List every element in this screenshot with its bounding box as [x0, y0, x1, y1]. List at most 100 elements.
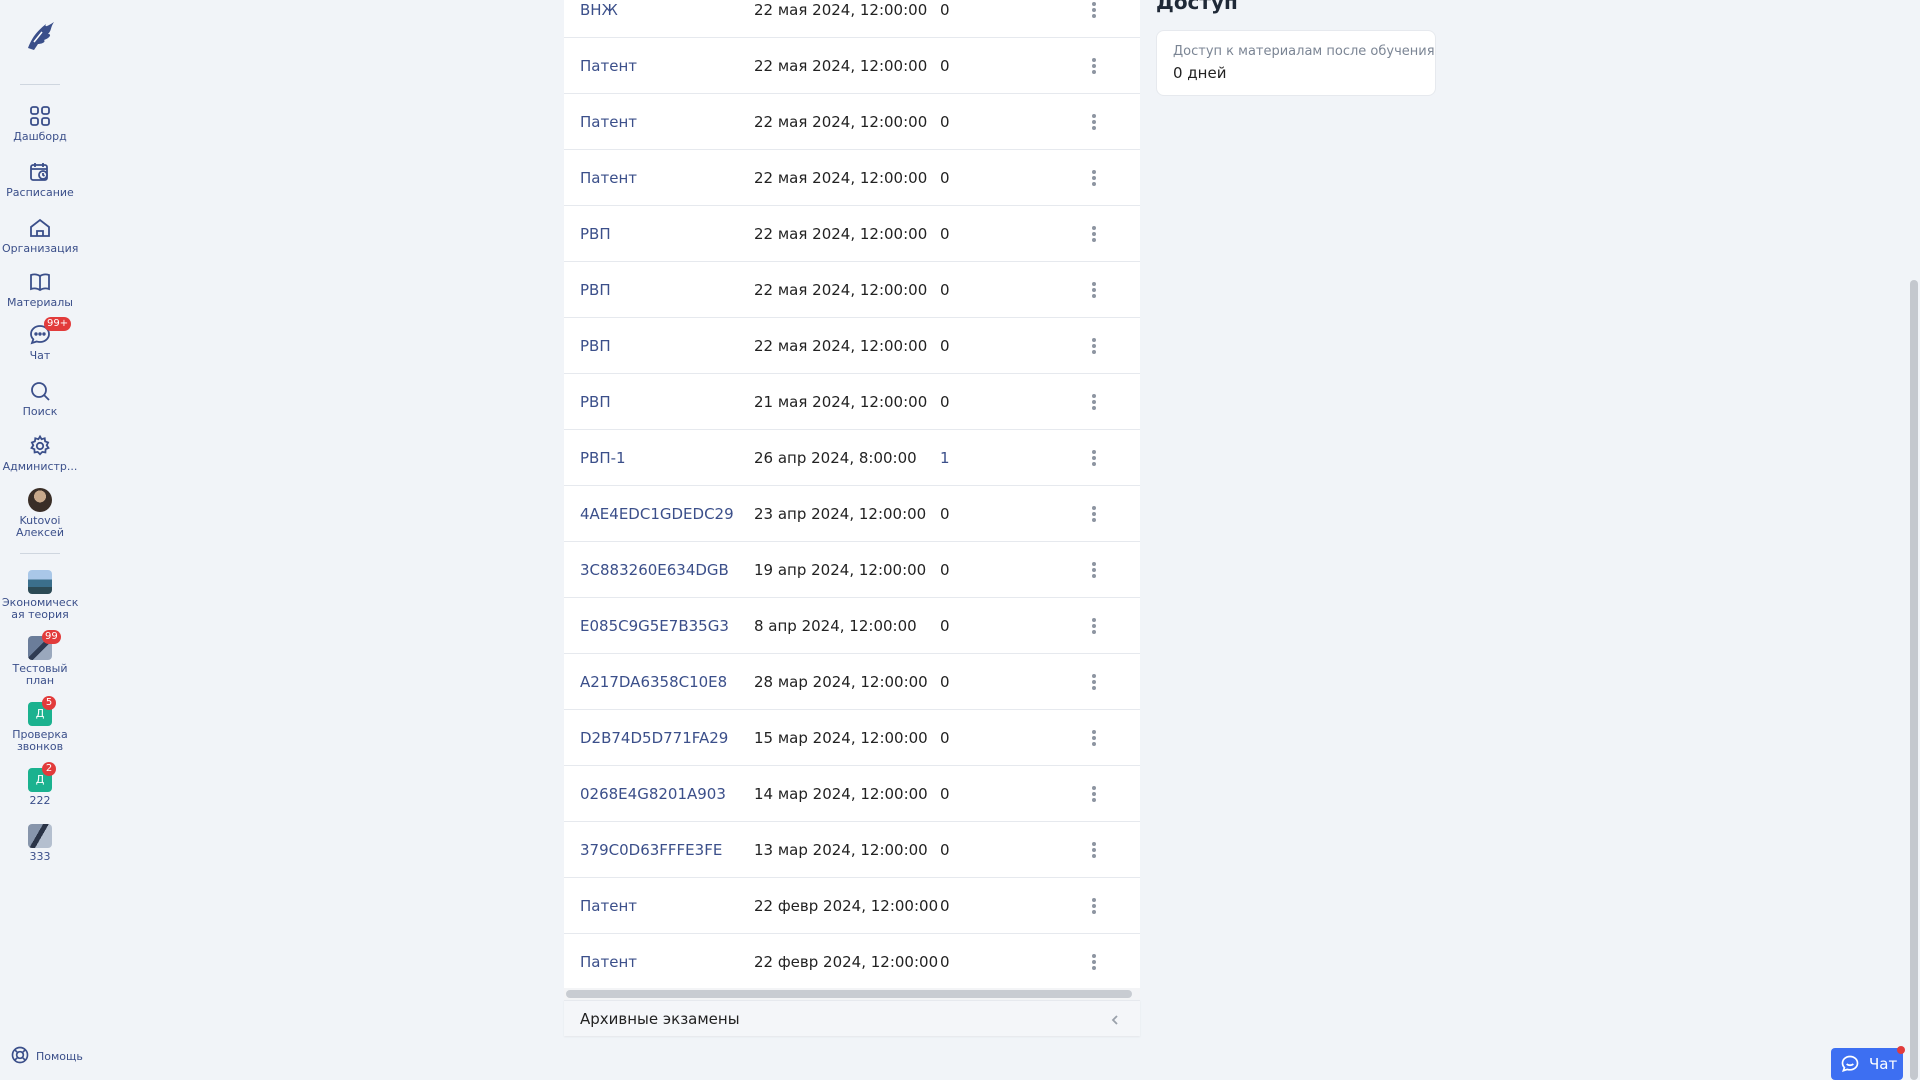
- exam-name-link[interactable]: Патент: [580, 934, 637, 990]
- exam-name-link[interactable]: РВП: [580, 206, 611, 262]
- sidebar-course-test-plan[interactable]: 99 Тестовый план: [0, 630, 80, 687]
- exam-name-link[interactable]: РВП: [580, 262, 611, 318]
- access-section-title: Доступ: [1156, 0, 1238, 14]
- kebab-dot: [1092, 176, 1096, 180]
- exam-name-link[interactable]: D2B74D5D771FA29: [580, 710, 728, 766]
- exam-name-link[interactable]: Патент: [580, 150, 637, 206]
- more-vertical-icon[interactable]: [1084, 392, 1104, 412]
- kebab-dot: [1092, 786, 1096, 790]
- table-row: Патент 22 февр 2024, 12:00:00 0: [564, 934, 1140, 990]
- table-row: A217DA6358C10E8 28 мар 2024, 12:00:00 0: [564, 654, 1140, 710]
- kebab-dot: [1092, 8, 1096, 12]
- sidebar-item-label: Материалы: [7, 296, 73, 309]
- exam-date: 22 февр 2024, 12:00:00: [754, 897, 939, 915]
- more-vertical-icon[interactable]: [1084, 112, 1104, 132]
- more-vertical-icon[interactable]: [1084, 168, 1104, 188]
- exam-name-link[interactable]: Патент: [580, 878, 637, 934]
- exam-name-link[interactable]: 3C883260E634DGB: [580, 542, 729, 598]
- sidebar-item-materials[interactable]: Материалы: [0, 270, 80, 309]
- kebab-dot: [1092, 842, 1096, 846]
- exam-name-link[interactable]: 0268E4G8201A903: [580, 766, 726, 822]
- kebab-dot: [1092, 630, 1096, 634]
- help-link[interactable]: Помощь: [10, 1045, 83, 1068]
- exam-date: 8 апр 2024, 12:00:00: [754, 617, 917, 635]
- exam-name-link[interactable]: РВП: [580, 318, 611, 374]
- chat-bubble-icon: [1840, 1054, 1860, 1074]
- exam-name-link[interactable]: 379C0D63FFFE3FE: [580, 822, 722, 878]
- sidebar-item-search[interactable]: Поиск: [0, 379, 80, 418]
- chat-widget-button[interactable]: Чат: [1831, 1046, 1905, 1080]
- more-vertical-icon[interactable]: [1084, 56, 1104, 76]
- more-vertical-icon[interactable]: [1084, 0, 1104, 20]
- sidebar-course-222[interactable]: Д 2 222: [0, 762, 80, 807]
- exam-name-link[interactable]: РВП: [580, 374, 611, 430]
- course-label: Проверка звонков: [12, 728, 68, 753]
- sidebar-item-admin[interactable]: Администр...: [0, 434, 80, 473]
- sidebar-item-organization[interactable]: Организация: [0, 216, 80, 255]
- exam-participants-count[interactable]: 1: [940, 430, 950, 486]
- exam-name-link[interactable]: A217DA6358C10E8: [580, 654, 727, 710]
- more-vertical-icon[interactable]: [1084, 336, 1104, 356]
- course-thumbnail: Д 5: [28, 696, 56, 726]
- sidebar-course-economics[interactable]: Экономическ ая теория: [0, 570, 80, 621]
- more-vertical-icon[interactable]: [1084, 672, 1104, 692]
- sidebar-course-call-check[interactable]: Д 5 Проверка звонков: [0, 696, 80, 753]
- exam-name-link[interactable]: Патент: [580, 38, 637, 94]
- more-vertical-icon[interactable]: [1084, 280, 1104, 300]
- horizontal-scrollbar-thumb[interactable]: [566, 990, 1132, 998]
- more-vertical-icon[interactable]: [1084, 448, 1104, 468]
- archived-exams-section[interactable]: Архивные экзамены: [564, 1000, 1140, 1036]
- sidebar-item-dashboard[interactable]: Дашборд: [0, 104, 80, 143]
- sidebar-user-profile[interactable]: Kutovoi Алексей: [0, 488, 80, 539]
- exam-date: 26 апр 2024, 8:00:00: [754, 449, 917, 467]
- horizontal-scrollbar[interactable]: [564, 988, 1140, 1000]
- dashboard-grid-icon: [28, 104, 52, 128]
- page-scrollbar[interactable]: [1908, 0, 1920, 1080]
- exam-participants-count: 0: [940, 785, 950, 803]
- table-row: D2B74D5D771FA29 15 мар 2024, 12:00:00 0: [564, 710, 1140, 766]
- exam-participants-count: 0: [940, 953, 950, 971]
- more-vertical-icon[interactable]: [1084, 560, 1104, 580]
- avatar: [28, 488, 52, 512]
- kebab-dot: [1092, 686, 1096, 690]
- kebab-dot: [1092, 182, 1096, 186]
- exam-name-link[interactable]: РВП-1: [580, 430, 626, 486]
- exam-name-link[interactable]: 4AE4EDC1GDEDC29: [580, 486, 734, 542]
- page-scrollbar-thumb[interactable]: [1910, 280, 1918, 1080]
- more-vertical-icon[interactable]: [1084, 224, 1104, 244]
- exam-name-link[interactable]: ВНЖ: [580, 0, 618, 38]
- more-vertical-icon[interactable]: [1084, 728, 1104, 748]
- sidebar-item-schedule[interactable]: Расписание: [0, 160, 80, 199]
- kebab-dot: [1092, 960, 1096, 964]
- table-row: 379C0D63FFFE3FE 13 мар 2024, 12:00:00 0: [564, 822, 1140, 878]
- kebab-dot: [1092, 406, 1096, 410]
- kebab-dot: [1092, 798, 1096, 802]
- course-thumbnail: 99: [28, 630, 61, 660]
- exam-participants-count: 0: [940, 1, 950, 19]
- exams-table: Патент 22 февр 2024, 12:00:00 0 Патент 22 фе…: [564, 0, 1140, 1035]
- exam-participants-count: 0: [940, 169, 950, 187]
- exam-participants-count: 0: [940, 841, 950, 859]
- course-badge: 5: [42, 696, 56, 710]
- exam-participants-count: 0: [940, 729, 950, 747]
- more-vertical-icon[interactable]: [1084, 616, 1104, 636]
- course-letter: Д: [35, 707, 45, 720]
- more-vertical-icon[interactable]: [1084, 952, 1104, 972]
- page: Дашборд Расписание Организация Материалы…: [0, 0, 1920, 1080]
- kebab-dot: [1092, 232, 1096, 236]
- app-logo[interactable]: [22, 18, 58, 54]
- exam-name-link[interactable]: E085C9G5E7B35G3: [580, 598, 729, 654]
- sidebar-item-chat[interactable]: 99+ Чат: [0, 317, 80, 362]
- table-row: РВП 22 мая 2024, 12:00:00 0: [564, 262, 1140, 318]
- more-vertical-icon[interactable]: [1084, 896, 1104, 916]
- more-vertical-icon[interactable]: [1084, 784, 1104, 804]
- exam-name-link[interactable]: Патент: [580, 94, 637, 150]
- table-row: 3C883260E634DGB 19 апр 2024, 12:00:00 0: [564, 542, 1140, 598]
- gear-icon: [28, 434, 52, 458]
- kebab-dot: [1092, 456, 1096, 460]
- table-row: Патент 22 мая 2024, 12:00:00 0: [564, 94, 1140, 150]
- course-badge: 2: [42, 762, 56, 776]
- sidebar-course-333[interactable]: 333: [0, 824, 80, 863]
- more-vertical-icon[interactable]: [1084, 840, 1104, 860]
- more-vertical-icon[interactable]: [1084, 504, 1104, 524]
